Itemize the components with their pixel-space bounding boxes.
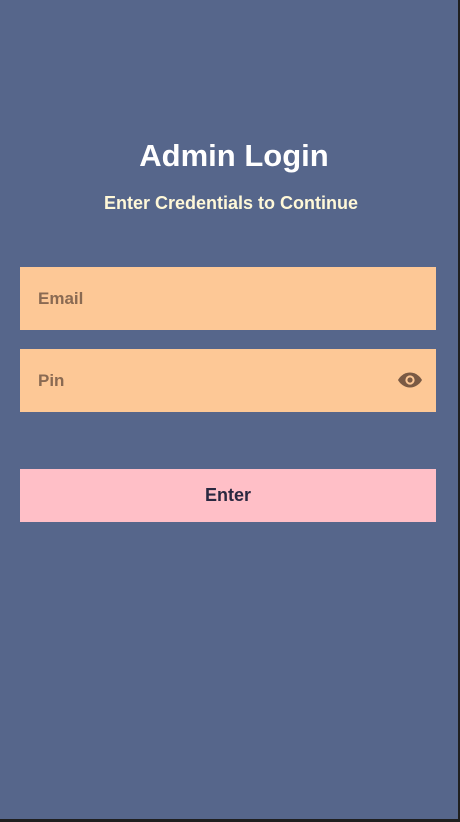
email-field[interactable] [20, 267, 436, 330]
pin-field-container [20, 349, 436, 412]
page-title: Admin Login [139, 138, 329, 173]
pin-field[interactable] [20, 349, 436, 412]
show-pin-toggle[interactable] [396, 368, 424, 392]
eye-icon [398, 372, 422, 388]
page-subtitle: Enter Credentials to Continue [103, 193, 359, 213]
email-field-container [20, 267, 436, 330]
enter-button[interactable]: Enter [20, 469, 436, 522]
